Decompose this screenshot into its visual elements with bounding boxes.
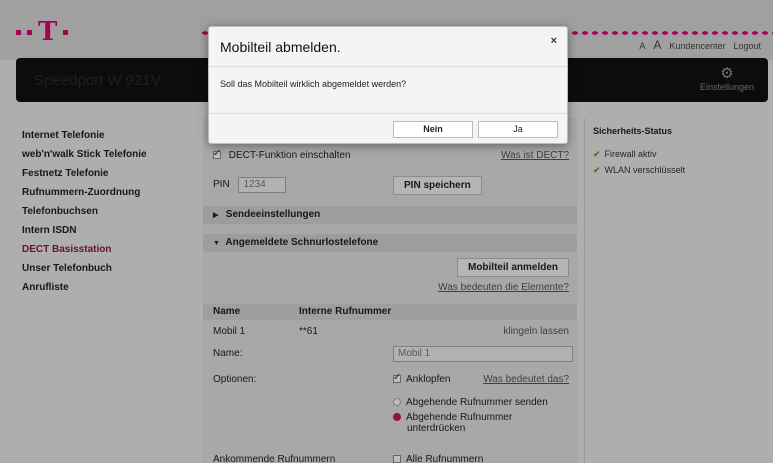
dialog-message: Soll das Mobilteil wirklich abgemeldet w… — [220, 79, 407, 89]
dialog-title: Mobilteil abmelden. — [220, 39, 341, 55]
confirm-dialog: Mobilteil abmelden. × Soll das Mobilteil… — [208, 26, 568, 144]
close-icon[interactable]: × — [551, 35, 557, 47]
no-button[interactable]: Nein — [393, 121, 473, 138]
dialog-divider — [209, 66, 567, 67]
page: T A A Kundencenter Logout Speedport W 92… — [0, 0, 773, 463]
yes-button[interactable]: Ja — [478, 121, 558, 138]
dialog-divider — [209, 113, 567, 114]
